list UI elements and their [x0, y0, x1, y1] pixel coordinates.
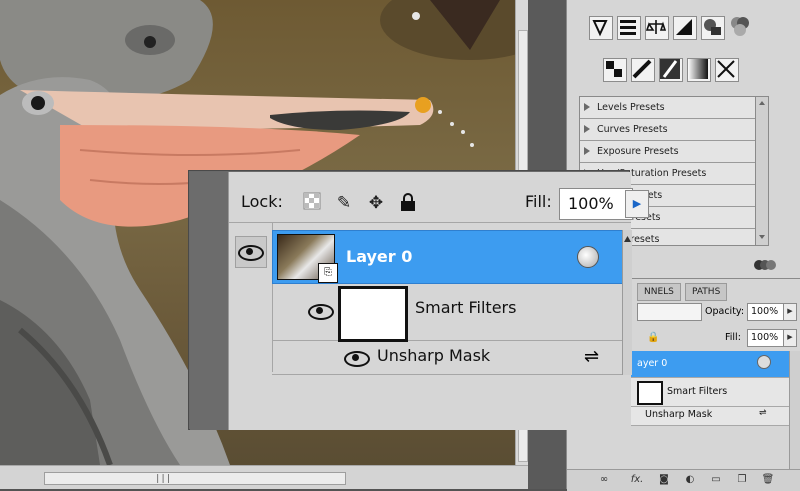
lock-label: Lock: [241, 192, 283, 211]
balance-icon[interactable] [645, 16, 669, 40]
presets-scrollbar[interactable] [755, 96, 769, 246]
smart-filter-mask-thumbnail [637, 381, 663, 405]
filter-name: Unsharp Mask [377, 346, 491, 365]
preset-levels[interactable]: Levels Presets [580, 97, 768, 119]
invert-icon[interactable] [603, 58, 627, 82]
opacity-arrow-icon[interactable]: ▶ [783, 303, 797, 321]
preset-exposure[interactable]: Exposure Presets [580, 141, 768, 163]
new-group-icon[interactable]: ▭ [709, 473, 723, 487]
levels-icon[interactable] [617, 16, 641, 40]
adjustment-layer-icon[interactable]: ◐ [683, 473, 697, 487]
smart-object-badge-icon: ⎘ [318, 263, 338, 283]
panel-left-strip [190, 172, 228, 430]
layers-bottom-toolbar: ∞ fx. ◙ ◐ ▭ ❐ 🗑 [567, 469, 800, 491]
layers-panel-zoomed: Lock: ✎ ✥ Fill: 100% ▶ ⎘ Layer 0 Smart F… [189, 171, 649, 430]
scroll-grip: ||| [155, 474, 172, 484]
smart-filter-mask-thumbnail[interactable] [338, 286, 408, 342]
visibility-column [229, 222, 273, 372]
link-layers-icon[interactable]: ∞ [597, 473, 611, 487]
lock-image-pixels-icon[interactable]: ✎ [333, 192, 355, 214]
layer-name: Layer 0 [346, 247, 413, 266]
fill-label: Fill: [525, 192, 552, 211]
channel-mixer-icon[interactable] [729, 16, 751, 38]
eye-icon[interactable] [344, 351, 370, 367]
eye-icon[interactable] [308, 304, 334, 320]
black-white-icon[interactable] [673, 16, 697, 40]
layers-panel-body: Lock: ✎ ✥ Fill: 100% ▶ ⎘ Layer 0 Smart F… [228, 172, 649, 430]
adjustment-options-icon[interactable] [753, 257, 777, 273]
lock-row: Lock: ✎ ✥ Fill: 100% ▶ [229, 172, 649, 223]
layer-visibility-toggle[interactable] [235, 236, 267, 268]
filter-row-unsharp-mask[interactable]: Unsharp Mask ⇌ [272, 340, 631, 375]
expand-triangle-icon [584, 125, 590, 133]
delete-layer-icon[interactable]: 🗑 [761, 473, 775, 487]
filter-blending-options-icon[interactable]: ⇌ [584, 346, 599, 367]
lock-position-icon[interactable]: ✥ [365, 192, 387, 214]
scrollbar-thumb[interactable] [44, 472, 346, 485]
smart-filter-options-icon[interactable] [577, 246, 599, 268]
lock-icon[interactable]: 🔒 [647, 332, 659, 343]
fill-arrow-icon[interactable]: ▶ [625, 190, 649, 218]
fill-label: Fill: [725, 332, 741, 343]
layer-style-icon[interactable]: fx. [627, 473, 647, 487]
brightness-icon[interactable] [589, 16, 613, 40]
layers-scrollbar[interactable] [622, 230, 632, 375]
fill-arrow-icon[interactable]: ▶ [783, 329, 797, 347]
horizontal-scrollbar[interactable]: ||| [0, 465, 528, 489]
expand-triangle-icon [584, 103, 590, 111]
smart-filters-row[interactable]: Smart Filters [272, 282, 631, 342]
filter-blending-options-icon[interactable]: ⇌ [759, 408, 767, 418]
filter-name: Unsharp Mask [645, 409, 713, 420]
layer-row-layer0[interactable]: ⎘ Layer 0 [272, 230, 624, 284]
opacity-label: Opacity: [705, 306, 745, 317]
layer-name: ayer 0 [637, 358, 668, 369]
new-layer-icon[interactable]: ❐ [735, 473, 749, 487]
expand-triangle-icon [584, 147, 590, 155]
tab-paths[interactable]: PATHS [685, 283, 728, 301]
posterize-icon[interactable] [631, 58, 655, 82]
photo-filter-icon[interactable] [701, 16, 725, 40]
layer-thumbnail: ⎘ [277, 234, 338, 283]
preset-curves[interactable]: Curves Presets [580, 119, 768, 141]
fill-input[interactable]: 100% [747, 329, 788, 347]
threshold-icon[interactable] [659, 58, 683, 82]
add-mask-icon[interactable]: ◙ [657, 473, 671, 487]
blend-mode-select[interactable] [637, 303, 702, 321]
smart-filters-label: Smart Filters [415, 298, 517, 317]
opacity-input[interactable]: 100% [747, 303, 788, 321]
layers-scrollbar[interactable] [789, 351, 800, 469]
tab-channels[interactable]: NNELS [637, 283, 681, 301]
smart-filters-label: Smart Filters [667, 386, 728, 397]
fill-input[interactable]: 100% [559, 188, 633, 220]
lock-all-icon[interactable] [397, 192, 419, 214]
selective-color-icon[interactable] [715, 58, 739, 82]
gradient-map-icon[interactable] [687, 58, 711, 82]
smart-object-icon [757, 355, 771, 369]
eye-icon [238, 245, 264, 261]
lock-transparent-pixels-icon[interactable] [301, 192, 323, 214]
